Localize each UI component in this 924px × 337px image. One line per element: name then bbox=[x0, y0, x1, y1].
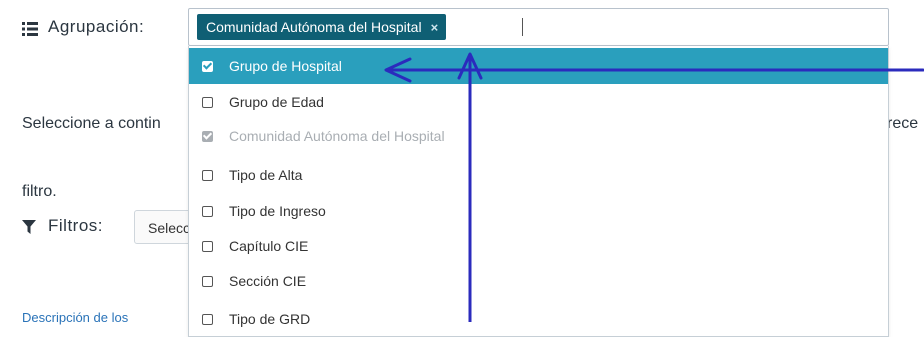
checkbox-icon bbox=[202, 205, 213, 217]
checkbox-checked-icon bbox=[202, 60, 213, 72]
option-tipo-de-grd[interactable]: Tipo de GRD bbox=[189, 302, 888, 336]
intro-text-line1: Seleccione a contin bbox=[22, 115, 161, 132]
list-icon bbox=[22, 22, 38, 36]
chip-label: Comunidad Autónoma del Hospital bbox=[206, 19, 422, 35]
checkbox-icon bbox=[202, 240, 213, 252]
checkbox-icon bbox=[202, 169, 213, 181]
option-tipo-de-alta[interactable]: Tipo de Alta bbox=[189, 158, 888, 192]
option-tipo-de-ingreso[interactable]: Tipo de Ingreso bbox=[189, 194, 888, 228]
option-label: Grupo de Edad bbox=[229, 94, 324, 110]
option-label: Tipo de GRD bbox=[229, 311, 311, 327]
checkbox-icon bbox=[202, 313, 213, 325]
intro-text-line1-end: rece bbox=[887, 115, 919, 132]
intro-text-line2: filtro. bbox=[22, 183, 57, 200]
close-icon[interactable]: × bbox=[431, 20, 439, 35]
checkbox-checked-icon bbox=[202, 130, 213, 142]
selected-chip: Comunidad Autónoma del Hospital × bbox=[197, 14, 447, 40]
checkbox-icon bbox=[202, 96, 213, 108]
filtros-label: Filtros: bbox=[48, 216, 103, 235]
option-seccion-cie[interactable]: Sección CIE bbox=[189, 264, 888, 298]
description-link[interactable]: Descripción de los bbox=[22, 310, 128, 325]
option-label: Comunidad Autónoma del Hospital bbox=[229, 128, 445, 144]
grouping-dropdown: Grupo de Hospital Grupo de Edad Comunida… bbox=[188, 46, 889, 337]
option-label: Tipo de Ingreso bbox=[229, 203, 326, 219]
text-caret bbox=[522, 18, 523, 36]
option-label: Capítulo CIE bbox=[229, 238, 309, 254]
option-grupo-de-edad[interactable]: Grupo de Edad bbox=[189, 85, 888, 119]
option-label: Sección CIE bbox=[229, 273, 307, 289]
option-grupo-de-hospital[interactable]: Grupo de Hospital bbox=[189, 48, 888, 84]
agrupacion-label: Agrupación: bbox=[48, 17, 145, 36]
option-label: Grupo de Hospital bbox=[229, 58, 342, 74]
filter-icon bbox=[22, 220, 36, 234]
option-label: Tipo de Alta bbox=[229, 167, 303, 183]
checkbox-icon bbox=[202, 275, 213, 287]
option-comunidad-autonoma: Comunidad Autónoma del Hospital bbox=[189, 119, 888, 153]
grouping-select[interactable]: Comunidad Autónoma del Hospital × bbox=[188, 8, 889, 46]
option-capitulo-cie[interactable]: Capítulo CIE bbox=[189, 229, 888, 263]
